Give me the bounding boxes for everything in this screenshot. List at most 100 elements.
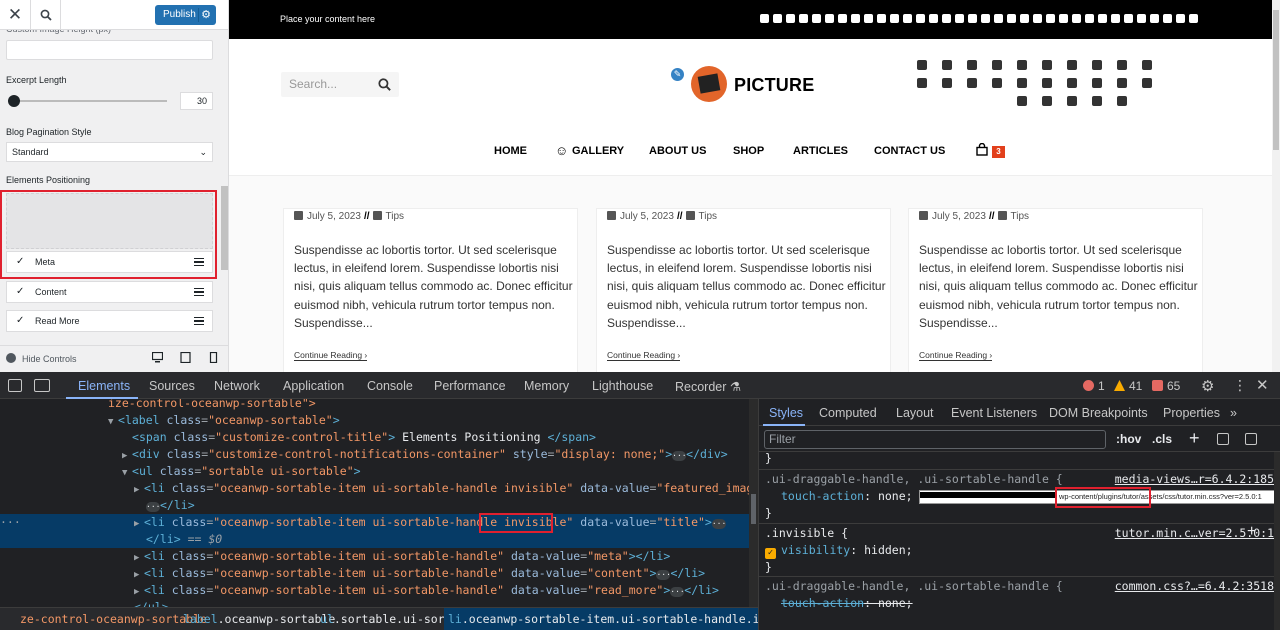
dom-node-li-content[interactable]: ▶ <li class="oceanwp-sortable-item ui-sor… — [0, 565, 749, 582]
social-icon[interactable] — [1042, 78, 1052, 88]
social-icon[interactable] — [890, 14, 899, 23]
excerpt-slider-thumb[interactable] — [8, 95, 20, 107]
checkbox-checked-icon[interactable]: ✓ — [765, 548, 776, 559]
dom-node-line[interactable]: </li> == $0 — [0, 531, 749, 548]
dom-node-line[interactable]: </ul> — [0, 599, 749, 607]
social-icon[interactable] — [1142, 78, 1152, 88]
desktop-icon[interactable] — [152, 352, 163, 363]
tab-computed[interactable]: Computed — [819, 406, 877, 420]
nav-item-gallery[interactable]: GALLERY — [572, 145, 624, 157]
publish-button[interactable]: Publish ⚙ — [155, 5, 216, 25]
hide-controls-button[interactable]: Hide Controls — [6, 353, 77, 364]
more-menu-icon[interactable]: ⋮ — [1233, 377, 1247, 394]
excerpt-length-input[interactable]: 30 — [180, 92, 213, 110]
social-icon[interactable] — [760, 14, 769, 23]
styles-filter-input[interactable]: Filter — [764, 430, 1106, 449]
gear-icon[interactable]: ⚙ — [201, 5, 211, 25]
warning-count[interactable]: 41 — [1114, 379, 1142, 393]
dom-node-li-read-more[interactable]: ▶ <li class="oceanwp-sortable-item ui-sor… — [0, 582, 749, 599]
social-icon[interactable] — [1189, 14, 1198, 23]
social-icon[interactable] — [967, 78, 977, 88]
post-category[interactable]: Tips — [699, 211, 718, 222]
social-icon[interactable] — [981, 14, 990, 23]
social-icon[interactable] — [1092, 78, 1102, 88]
social-icon[interactable] — [1067, 96, 1077, 106]
tab-performance[interactable]: Performance — [434, 379, 506, 393]
site-logo[interactable]: ✎ PICTURE — [669, 62, 829, 106]
social-icon[interactable] — [1092, 96, 1102, 106]
social-icon[interactable] — [1117, 60, 1127, 70]
social-icon[interactable] — [942, 14, 951, 23]
social-icon[interactable] — [942, 60, 952, 70]
check-icon[interactable]: ✓ — [16, 282, 24, 302]
social-icon[interactable] — [1111, 14, 1120, 23]
post-category[interactable]: Tips — [386, 211, 405, 222]
continue-reading-link[interactable]: Continue Reading › — [607, 350, 681, 361]
nav-item-contact-us[interactable]: CONTACT US — [874, 145, 945, 157]
social-icon[interactable] — [825, 14, 834, 23]
pagination-style-select[interactable]: Standard ⌄ — [6, 142, 213, 162]
excerpt-slider-track[interactable] — [12, 100, 167, 102]
social-icon[interactable] — [812, 14, 821, 23]
social-icon[interactable] — [786, 14, 795, 23]
device-toggle-icon[interactable] — [34, 379, 50, 392]
sortable-item-content[interactable]: ✓ Content — [6, 281, 213, 303]
nav-item-shop[interactable]: SHOP — [733, 145, 764, 157]
site-scrollbar[interactable] — [1272, 0, 1280, 372]
social-icon[interactable] — [1017, 60, 1027, 70]
dom-node-li-featured[interactable]: ▶ <li class="oceanwp-sortable-item ui-sor… — [0, 480, 749, 497]
social-icon[interactable] — [1017, 96, 1027, 106]
paint-icon[interactable] — [1217, 433, 1229, 445]
tab-memory[interactable]: Memory — [524, 379, 569, 393]
mobile-icon[interactable] — [208, 352, 219, 363]
social-icon[interactable] — [1150, 14, 1159, 23]
chevron-right-icon[interactable]: » — [1230, 406, 1237, 420]
dom-node-li-meta[interactable]: ▶ <li class="oceanwp-sortable-item ui-sor… — [0, 548, 749, 565]
close-icon[interactable]: ✕ — [0, 0, 31, 30]
dom-node-li-title-selected[interactable]: ··· ▶ <li class="oceanwp-sortable-item ui-… — [0, 514, 749, 531]
social-icon[interactable] — [1033, 14, 1042, 23]
inspect-icon[interactable] — [8, 379, 22, 392]
drag-handle-icon[interactable] — [194, 288, 204, 296]
social-icon[interactable] — [864, 14, 873, 23]
social-icon[interactable] — [1142, 60, 1152, 70]
social-icon[interactable] — [799, 14, 808, 23]
styles-scrollbar[interactable] — [1274, 452, 1280, 630]
hov-toggle[interactable]: :hov — [1116, 432, 1141, 446]
dom-node-span[interactable]: <span class="customize-control-title"> E… — [0, 429, 749, 446]
nav-item-articles[interactable]: ARTICLES — [793, 145, 848, 157]
rule-declaration[interactable]: touch-action: none; — [781, 488, 913, 505]
social-icon[interactable] — [1059, 14, 1068, 23]
social-icon[interactable] — [1124, 14, 1133, 23]
social-icon[interactable] — [1092, 60, 1102, 70]
social-icon[interactable] — [1007, 14, 1016, 23]
add-property-icon[interactable]: + — [1247, 523, 1256, 541]
social-icon[interactable] — [877, 14, 886, 23]
continue-reading-link[interactable]: Continue Reading › — [294, 350, 368, 361]
tab-console[interactable]: Console — [367, 379, 413, 393]
customizer-scrollbar[interactable] — [221, 186, 228, 270]
breadcrumb-item[interactable]: label.oceanwp-sortable — [183, 612, 335, 626]
nav-item-about-us[interactable]: ABOUT US — [649, 145, 706, 157]
rule-source-link[interactable]: media-views…r=6.4.2:185 — [1115, 471, 1274, 488]
social-icon[interactable] — [1176, 14, 1185, 23]
social-icon[interactable] — [968, 14, 977, 23]
check-icon[interactable]: ✓ — [16, 311, 24, 331]
search-icon[interactable] — [378, 78, 391, 91]
social-icon[interactable] — [1085, 14, 1094, 23]
social-icon[interactable] — [1067, 78, 1077, 88]
rule-selector[interactable]: .invisible { — [765, 525, 848, 542]
rule-declaration[interactable]: ✓ visibility: hidden; — [765, 542, 913, 559]
sidebar-toggle-icon[interactable] — [1245, 433, 1257, 445]
issues-count[interactable]: 65 — [1152, 379, 1180, 393]
social-icon[interactable] — [1117, 96, 1127, 106]
social-icon[interactable] — [1046, 14, 1055, 23]
post-category[interactable]: Tips — [1011, 211, 1030, 222]
continue-reading-link[interactable]: Continue Reading › — [919, 350, 993, 361]
cls-toggle[interactable]: .cls — [1152, 432, 1172, 446]
gear-icon[interactable]: ⚙ — [1201, 377, 1214, 395]
rule-selector[interactable]: .ui-draggable-handle, .ui-sortable-handl… — [765, 578, 1063, 595]
social-icon[interactable] — [994, 14, 1003, 23]
social-icon[interactable] — [992, 60, 1002, 70]
social-icon[interactable] — [1117, 78, 1127, 88]
